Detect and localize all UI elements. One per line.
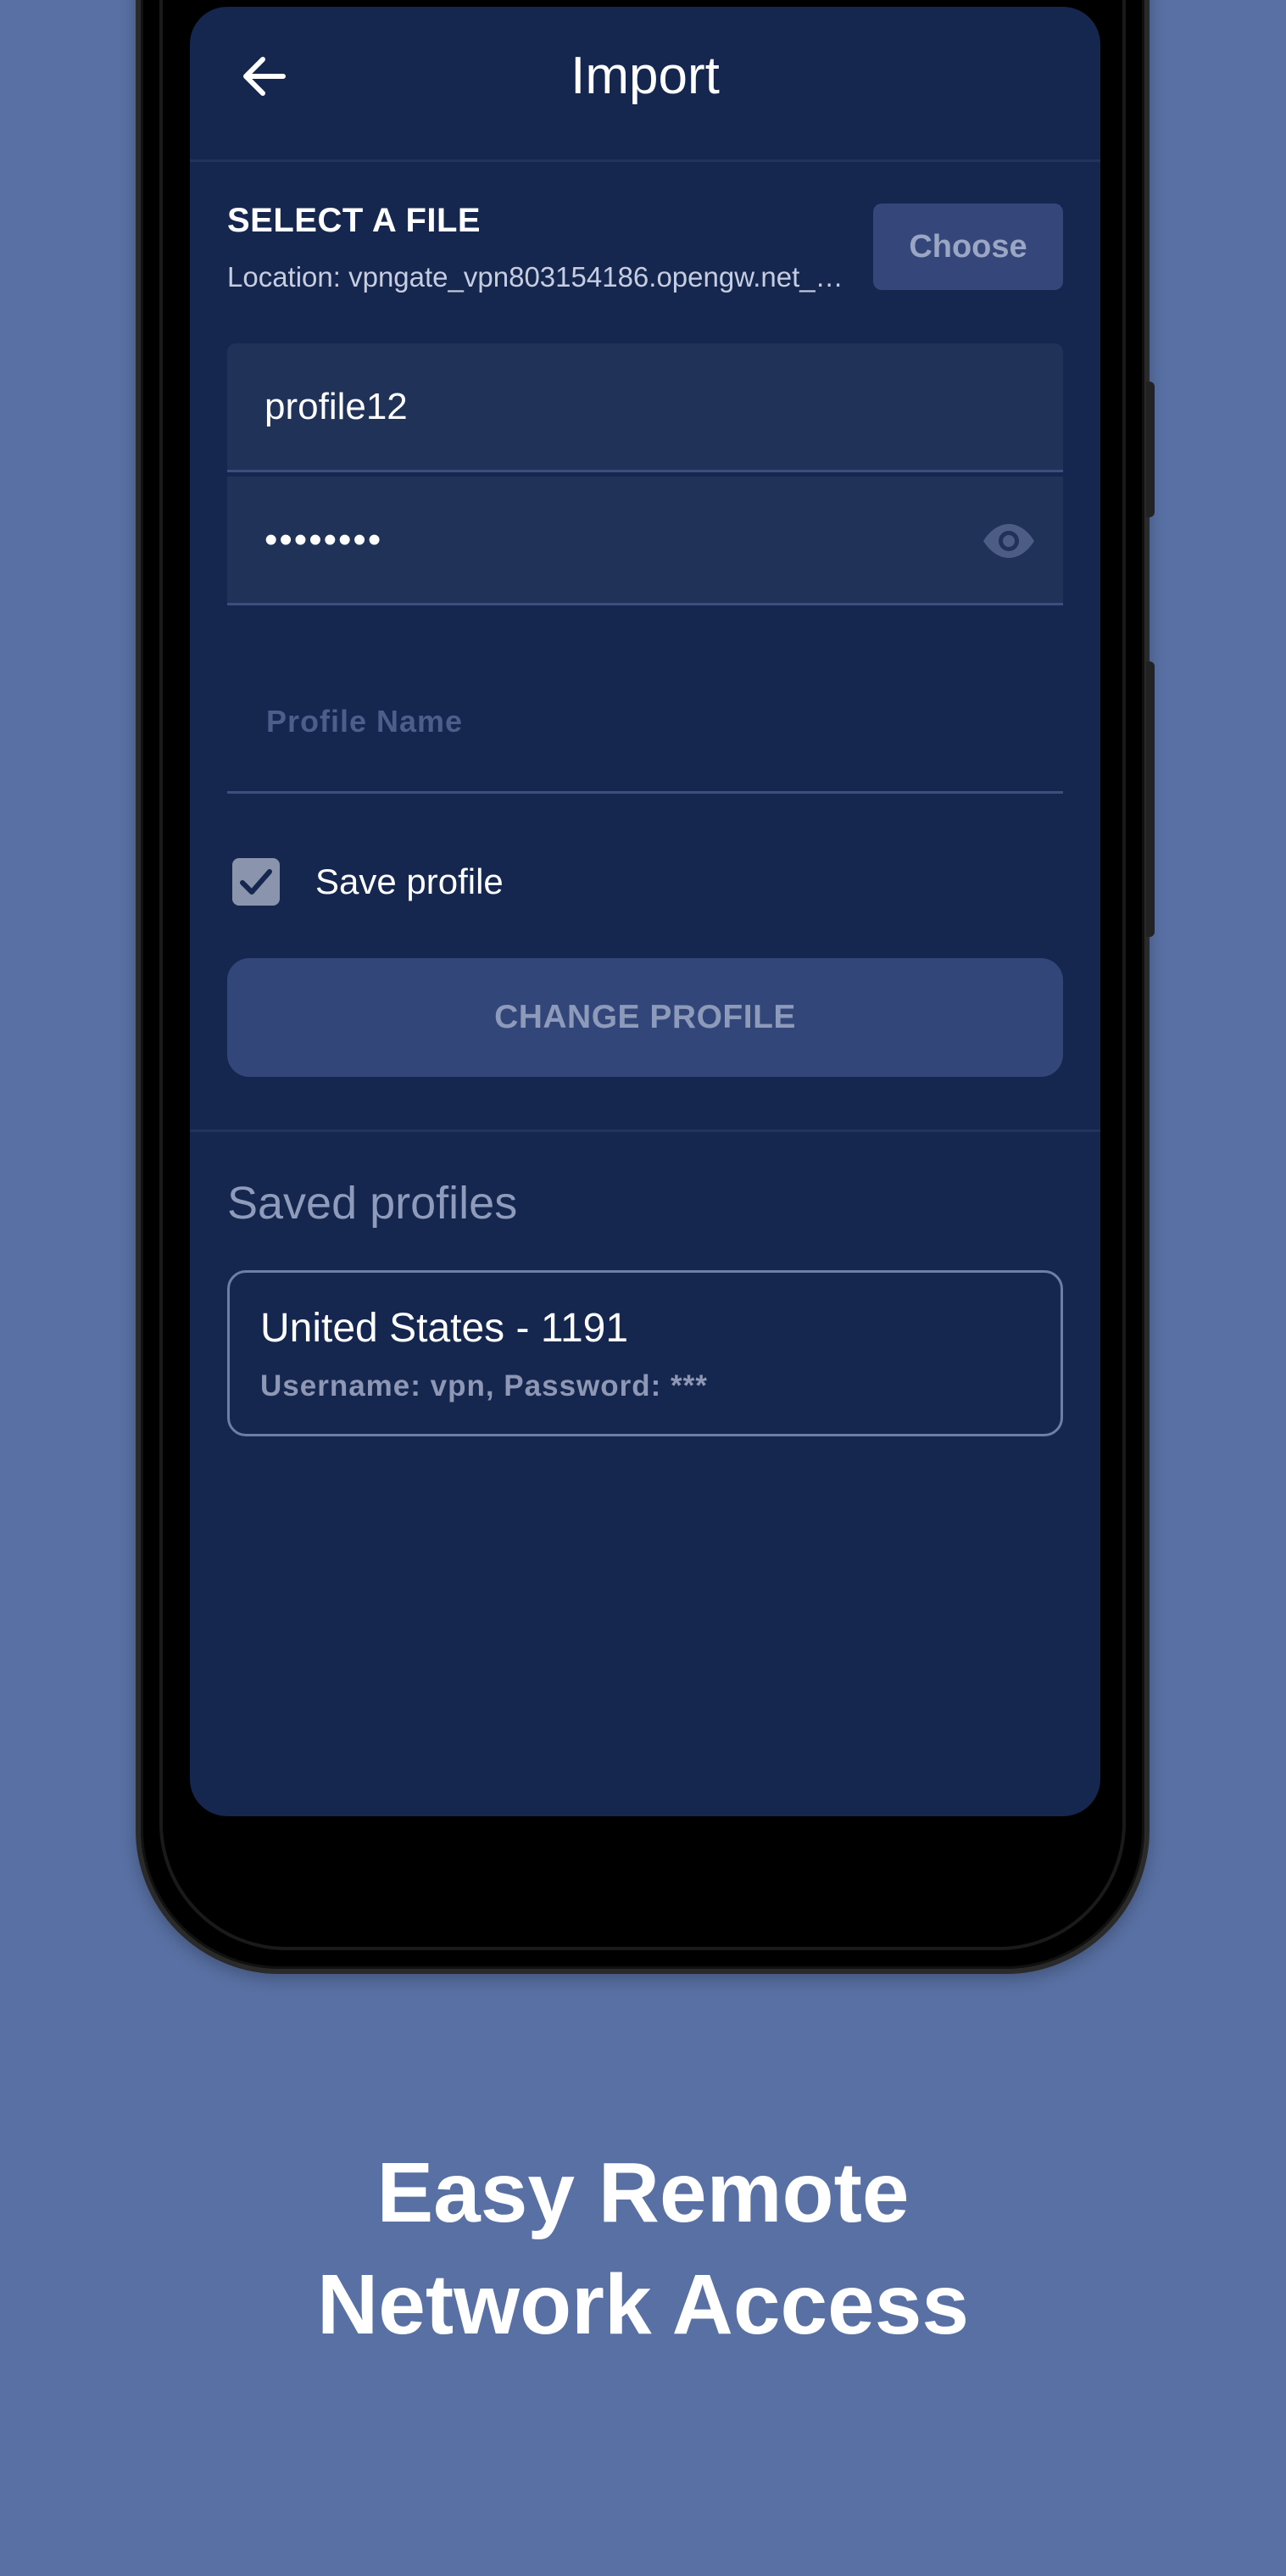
divider bbox=[190, 1129, 1100, 1132]
select-file-heading: SELECT A FILE bbox=[227, 202, 482, 239]
password-field[interactable]: •••••••• bbox=[227, 477, 1063, 605]
profile-name-placeholder: Profile Name bbox=[266, 704, 464, 739]
profile-name-input[interactable]: Profile Name bbox=[227, 651, 1063, 794]
save-profile-row[interactable]: Save profile bbox=[232, 855, 504, 909]
phone-side-button bbox=[1146, 661, 1155, 937]
choose-button[interactable]: Choose bbox=[873, 204, 1063, 290]
saved-profile-credentials: Username: vpn, Password: *** bbox=[260, 1369, 708, 1402]
save-profile-checkbox[interactable] bbox=[232, 858, 280, 906]
save-profile-label: Save profile bbox=[315, 861, 504, 901]
toggle-password-visibility-button[interactable] bbox=[982, 516, 1036, 566]
phone-side-button bbox=[1146, 382, 1155, 517]
file-location: Location: vpngate_vpn803154186.opengw.ne… bbox=[227, 261, 846, 293]
saved-profiles-heading: Saved profiles bbox=[227, 1178, 518, 1229]
tagline-line-2: Network Access bbox=[317, 2257, 969, 2352]
saved-profile-card[interactable]: United States - 1191 Username: vpn, Pass… bbox=[227, 1270, 1063, 1436]
app-screen: Import SELECT A FILE Location: vpngate_v… bbox=[190, 7, 1100, 1816]
tagline-line-1: Easy Remote bbox=[376, 2145, 910, 2240]
divider bbox=[190, 159, 1100, 162]
eye-icon bbox=[983, 524, 1034, 558]
check-icon bbox=[240, 869, 272, 895]
app-bar: Import bbox=[190, 7, 1100, 156]
username-value: profile12 bbox=[264, 386, 408, 427]
username-field[interactable]: profile12 bbox=[227, 343, 1063, 472]
change-profile-button[interactable]: CHANGE PROFILE bbox=[227, 958, 1063, 1077]
page-title: Import bbox=[571, 47, 720, 105]
saved-profile-title: United States - 1191 bbox=[260, 1306, 629, 1351]
password-value: •••••••• bbox=[264, 519, 383, 560]
